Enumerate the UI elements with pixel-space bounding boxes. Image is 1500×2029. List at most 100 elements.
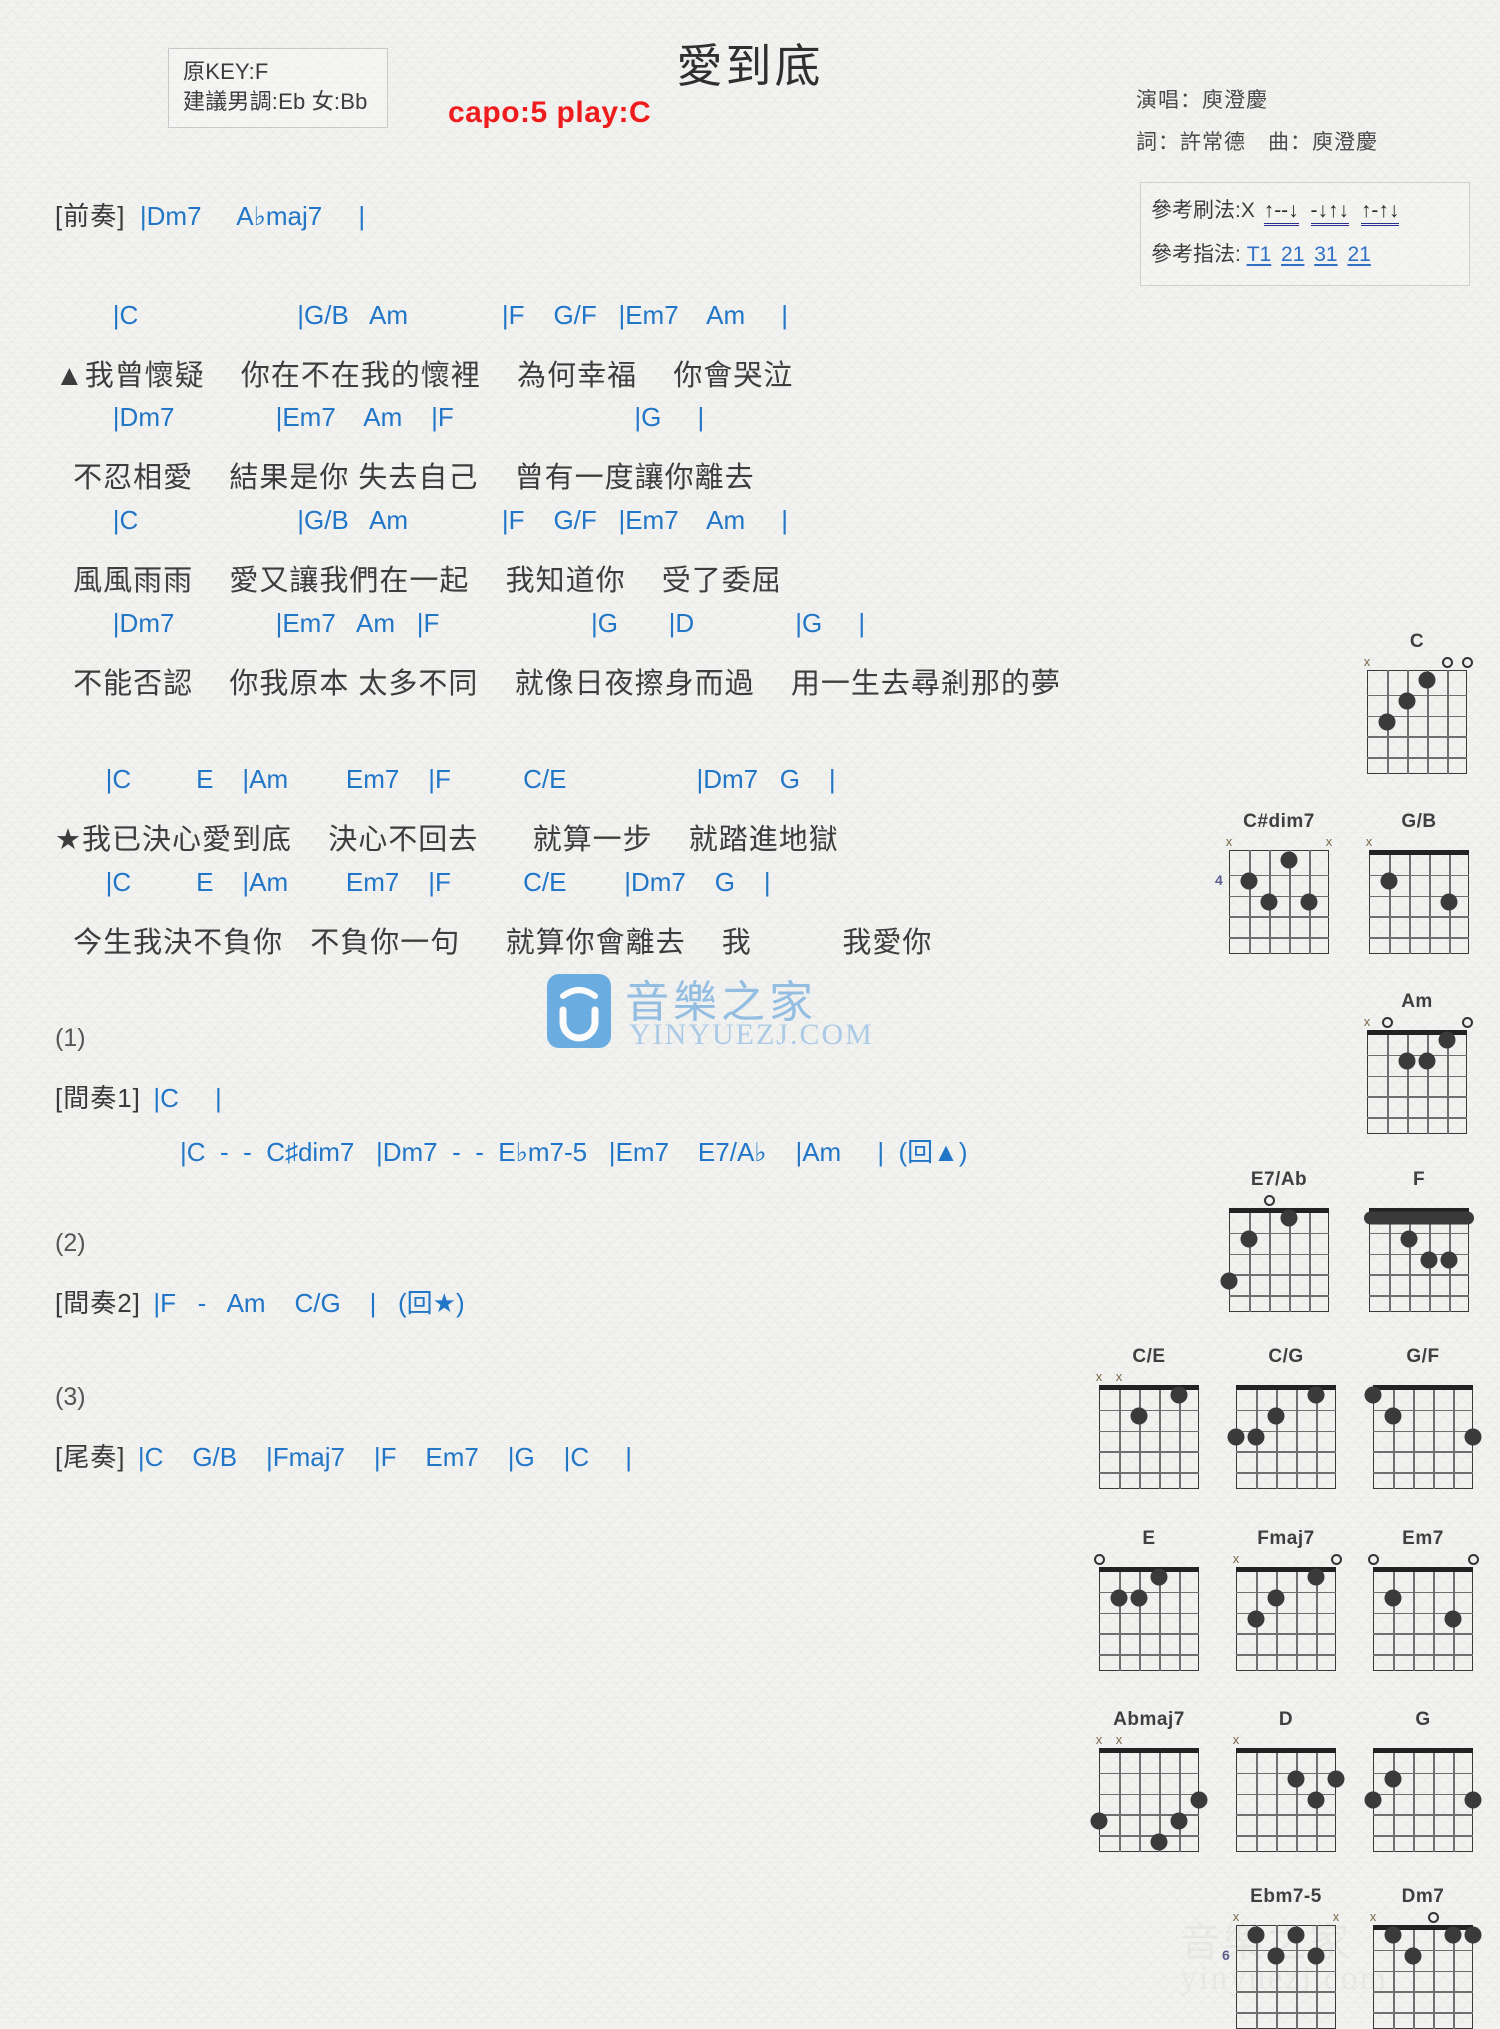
verse1-line1-chords: |C |G/B Am |F G/F |Em7 Am | <box>55 300 788 331</box>
finger-dot <box>1287 1770 1305 1788</box>
strum-group-3: ↑-↑↓ <box>1360 199 1400 226</box>
open-string-icon <box>1462 1017 1473 1028</box>
chord-open-mute-marks: xx <box>1233 1909 1340 1925</box>
chord-fretboard-grid <box>1099 1567 1199 1671</box>
open-string-icon <box>1462 657 1473 668</box>
chord-text: |C |G/B Am |F G/F |Em7 Am | <box>55 505 789 535</box>
finger-dot <box>1384 1770 1402 1788</box>
muted-string-icon: x <box>1363 1014 1371 1029</box>
finger-dot <box>1307 1791 1325 1809</box>
chord-diagram-name: E <box>1142 1528 1156 1549</box>
finger-dot <box>1464 1926 1482 1944</box>
finger-dot <box>1398 1052 1416 1070</box>
finger-dot <box>1380 872 1398 890</box>
chorus-line2-chords: |C E |Am Em7 |F C/E |Dm7 G | <box>55 867 771 898</box>
chord-diagram-g: G <box>1364 1708 1482 1852</box>
finger-dot <box>1464 1791 1482 1809</box>
chord-open-mute-marks <box>1236 1369 1336 1385</box>
verse1-line3-lyrics: 風風雨雨 愛又讓我們在一起 我知道你 受了委屈 <box>55 557 782 599</box>
open-string-icon <box>1442 657 1453 668</box>
chord-open-mute-marks <box>1368 1551 1479 1567</box>
chord-fretboard-grid <box>1236 1748 1345 1852</box>
chord-diagram-name: Ebm7-5 <box>1250 1886 1322 1907</box>
verse1-line3-chords: |C |G/B Am |F G/F |Em7 Am | <box>55 505 788 536</box>
chord-fretboard-grid <box>1369 850 1469 954</box>
fingering-group-2: 21 <box>1281 243 1305 266</box>
chord-diagram-name: Abmaj7 <box>1113 1709 1185 1730</box>
nut-bar <box>1373 1385 1473 1390</box>
chord-open-mute-marks: xx <box>1226 834 1333 850</box>
finger-dot <box>1400 1230 1418 1248</box>
finger-dot <box>1418 671 1436 689</box>
lyric-text: 今生我決不負你 不負你一句 就算你會離去 我 我愛你 <box>55 927 933 959</box>
chord-open-mute-marks: x <box>1365 834 1469 850</box>
finger-dot <box>1240 872 1258 890</box>
chord-diagram-dm7: Dm7 x <box>1364 1885 1482 2029</box>
interlude1-number: (1) <box>55 1024 86 1053</box>
chord-open-mute-marks <box>1373 1732 1473 1748</box>
open-string-icon <box>1264 1195 1275 1206</box>
chord-open-mute-marks <box>1373 1369 1473 1385</box>
interlude2-chords: |F - Am C/G | (回★) <box>153 1288 465 1318</box>
starting-fret-number: 6 <box>1222 1947 1230 1964</box>
verse1-line1-lyrics: ▲我曾懷疑 你在不在我的懷裡 為何幸福 你會哭泣 <box>55 352 793 394</box>
string-lines <box>1373 1385 1473 1489</box>
finger-dot <box>1420 1251 1438 1269</box>
intro-row: [前奏] |Dm7 A♭maj7 | <box>55 196 365 233</box>
string-lines <box>1229 1208 1329 1312</box>
chord-text: |C E |Am Em7 |F C/E |Dm7 G | <box>55 867 771 897</box>
string-lines <box>1099 1567 1199 1671</box>
string-lines <box>1099 1748 1199 1852</box>
finger-dot <box>1384 1926 1402 1944</box>
capo-info: capo:5 play:C <box>448 96 652 129</box>
finger-dot <box>1364 1791 1382 1809</box>
chord-diagram-f: F <box>1360 1168 1478 1312</box>
finger-dot <box>1384 1407 1402 1425</box>
finger-dot <box>1444 1926 1462 1944</box>
muted-string-icon: x <box>1363 654 1371 669</box>
chord-open-mute-marks <box>1229 1192 1329 1208</box>
open-string-icon <box>1382 1017 1393 1028</box>
chord-diagram-c-dim7: C#dim7 x x 4 <box>1215 810 1338 954</box>
finger-dot <box>1110 1589 1128 1607</box>
finger-dot <box>1247 1428 1265 1446</box>
strum-pattern-label: 參考刷法:X <box>1151 199 1255 222</box>
chord-diagram-e: E <box>1090 1527 1208 1671</box>
finger-dot <box>1170 1812 1188 1830</box>
finger-dot <box>1280 1209 1298 1227</box>
finger-dot <box>1227 1428 1245 1446</box>
finger-dot <box>1364 1386 1382 1404</box>
interlude1-chords-1: |C | <box>153 1083 222 1113</box>
chord-fretboard-grid <box>1236 1567 1336 1671</box>
finger-dot <box>1150 1568 1168 1586</box>
finger-dot <box>1444 1610 1462 1628</box>
nut-bar <box>1373 1748 1473 1753</box>
chord-diagram-name: C/E <box>1132 1346 1166 1367</box>
chord-fretboard-grid <box>1367 670 1467 774</box>
muted-string-icon: x <box>1365 834 1373 849</box>
finger-dot <box>1170 1386 1188 1404</box>
finger-dot <box>1090 1812 1108 1830</box>
chord-diagram-d: Dx <box>1227 1708 1345 1852</box>
chord-diagram-name: Dm7 <box>1401 1886 1445 1907</box>
finger-dot <box>1384 1589 1402 1607</box>
finger-dot <box>1307 1386 1325 1404</box>
chord-fretboard-grid <box>1090 1748 1208 1852</box>
chord-fretboard-grid <box>1367 1030 1467 1134</box>
chord-fretboard-grid <box>1227 1385 1336 1489</box>
chord-open-mute-marks: x <box>1370 1909 1473 1925</box>
chorus-line1-lyrics: ★我已決心愛到底 決心不回去 就算一步 就踏進地獄 <box>55 816 839 858</box>
verse1-line4-chords: |Dm7 |Em7 Am |F |G |D |G | <box>55 608 865 639</box>
open-string-icon <box>1094 1554 1105 1565</box>
interlude1-tag: [間奏1] <box>55 1083 141 1113</box>
singer-credit: 演唱：庾澄慶 <box>1136 89 1268 112</box>
verse1-line2-lyrics: 不忍相愛 結果是你 失去自己 曾有一度讓你離去 <box>55 454 755 496</box>
chord-text: |C |G/B Am |F G/F |Em7 Am | <box>55 300 789 330</box>
chord-fretboard-grid <box>1364 1748 1482 1852</box>
finger-dot <box>1190 1791 1208 1809</box>
lyric-text: ★我已決心愛到底 決心不回去 就算一步 就踏進地獄 <box>55 824 839 856</box>
verse1-line2-chords: |Dm7 |Em7 Am |F |G | <box>55 402 704 433</box>
interlude2-tag: [間奏2] <box>55 1288 141 1318</box>
nut-bar <box>1369 850 1469 855</box>
finger-dot <box>1280 851 1298 869</box>
